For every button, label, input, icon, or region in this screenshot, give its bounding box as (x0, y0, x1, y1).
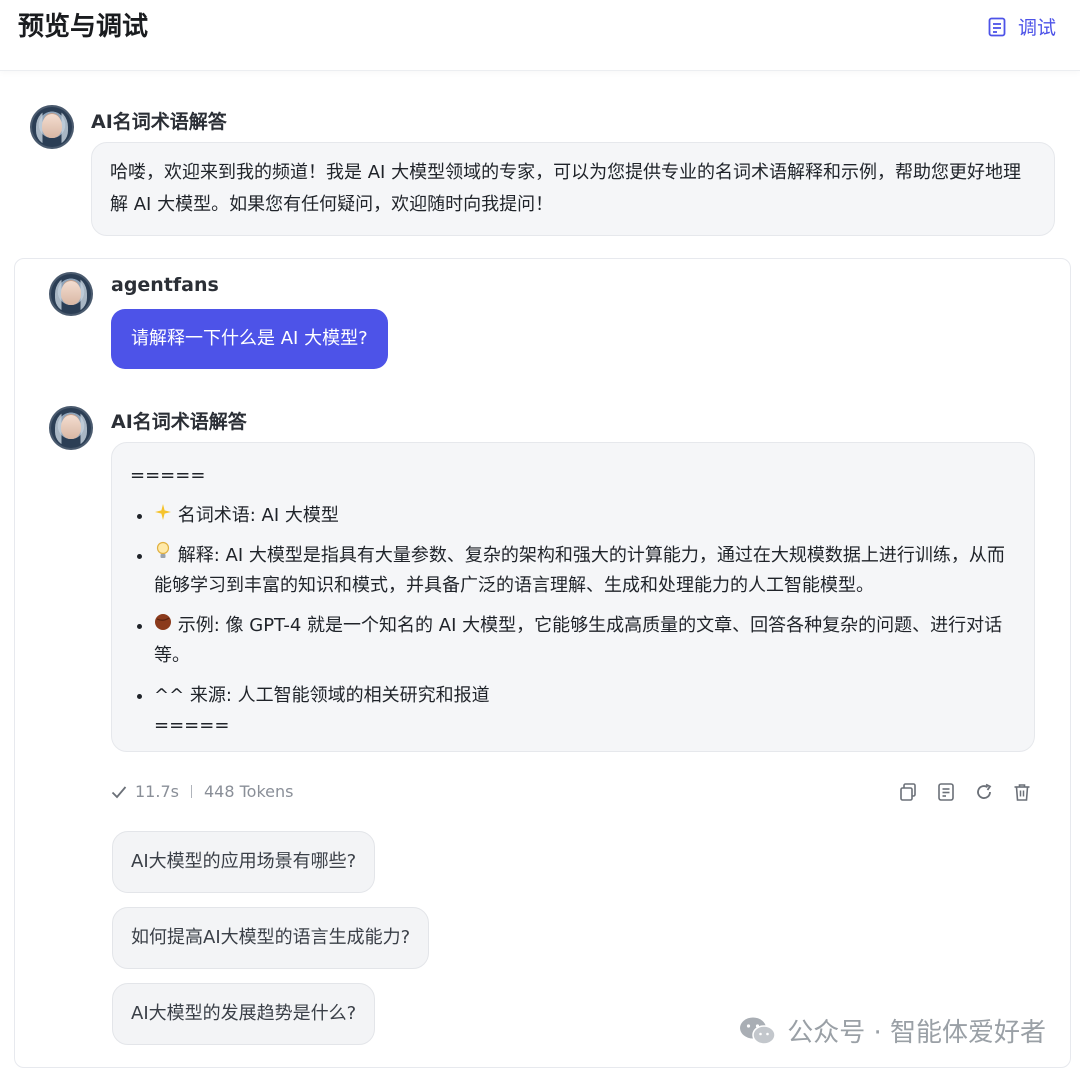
intro-bot-name: AI名词术语解答 (91, 111, 227, 133)
list-item: 名词术语: AI 大模型 (154, 501, 1016, 531)
answer-top-rule: ===== (130, 465, 206, 486)
answer-explanation: 解释: AI 大模型是指具有大量参数、复杂的架构和强大的计算能力，通过在大规模数… (154, 545, 1005, 596)
response-meta: 11.7s 448 Tokens (111, 782, 293, 801)
ball-icon (154, 611, 172, 641)
list-item: 解释: AI 大模型是指具有大量参数、复杂的架构和强大的计算能力，通过在大规模数… (154, 541, 1016, 601)
message-actions (898, 782, 1032, 802)
user-name: agentfans (111, 274, 219, 296)
lightbulb-icon (154, 541, 172, 571)
header-bar: 预览与调试 调试 (0, 0, 1080, 71)
wechat-icon (740, 1017, 776, 1045)
bot-avatar (49, 406, 93, 450)
trash-icon[interactable] (1012, 782, 1032, 802)
user-message-text: 请解释一下什么是 AI 大模型? (131, 328, 368, 349)
answer-bubble: ===== 名词术语: AI 大模型 解释: AI 大模型是指具有大量参数、复杂… (111, 442, 1035, 752)
list-item: 示例: 像 GPT-4 就是一个知名的 AI 大模型，它能够生成高质量的文章、回… (154, 611, 1016, 671)
page-title: 预览与调试 (18, 12, 149, 42)
watermark-text: 公众号 · 智能体爱好者 (787, 1018, 1046, 1048)
meta-divider (190, 785, 192, 798)
user-avatar (49, 272, 93, 316)
list-item: ^^ 来源: 人工智能领域的相关研究和报道 ===== (154, 681, 1016, 741)
answer-source: ^^ 来源: 人工智能领域的相关研究和报道 (154, 685, 490, 706)
document-list-icon[interactable] (936, 782, 956, 802)
suggestion-chip[interactable]: 如何提高AI大模型的语言生成能力? (112, 907, 430, 969)
debug-button[interactable]: 调试 (988, 13, 1056, 40)
answer-bottom-rule: ===== (154, 715, 230, 736)
answer-list: 名词术语: AI 大模型 解释: AI 大模型是指具有大量参数、复杂的架构和强大… (130, 501, 1016, 741)
refresh-icon[interactable] (974, 782, 994, 802)
watermark: 公众号 · 智能体爱好者 (739, 1012, 1046, 1049)
greeting-bubble: 哈喽，欢迎来到我的频道！我是 AI 大模型领域的专家，可以为您提供专业的名词术语… (91, 142, 1055, 236)
copy-icon[interactable] (898, 782, 918, 802)
suggestion-chip[interactable]: AI大模型的发展趋势是什么? (112, 983, 376, 1045)
document-list-icon (988, 17, 1006, 36)
debug-label: 调试 (1017, 17, 1056, 39)
answer-example: 示例: 像 GPT-4 就是一个知名的 AI 大模型，它能够生成高质量的文章、回… (154, 615, 1003, 666)
token-count: 448 Tokens (203, 782, 294, 801)
bot-avatar (30, 105, 74, 149)
answer-bot-name: AI名词术语解答 (111, 411, 247, 433)
response-time: 11.7s (135, 782, 179, 801)
sparkle-icon (154, 501, 172, 531)
greeting-text: 哈喽，欢迎来到我的频道！我是 AI 大模型领域的专家，可以为您提供专业的名词术语… (110, 162, 1022, 215)
user-message-bubble: 请解释一下什么是 AI 大模型? (111, 309, 388, 369)
answer-term: 名词术语: AI 大模型 (177, 505, 339, 526)
suggestion-chip[interactable]: AI大模型的应用场景有哪些? (112, 831, 376, 893)
check-icon (111, 785, 127, 798)
